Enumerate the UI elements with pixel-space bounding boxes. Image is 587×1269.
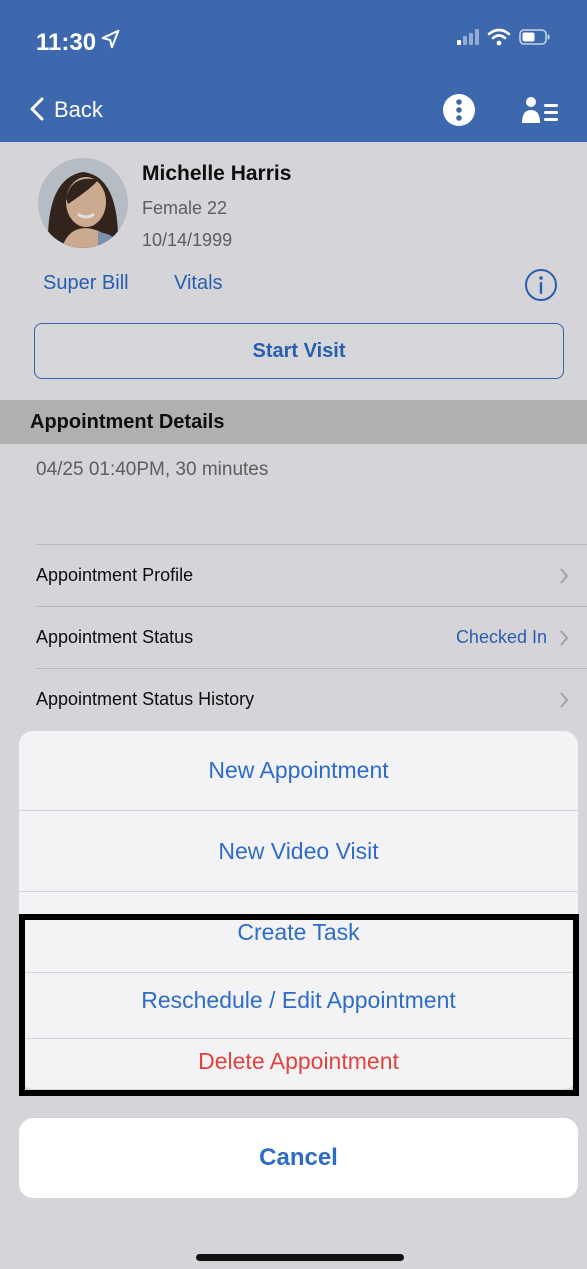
home-indicator — [196, 1254, 404, 1261]
back-chevron-icon[interactable] — [30, 97, 44, 121]
phone-screen: 11:30 Back Michelle Harris Female 22 10/… — [0, 0, 587, 1269]
status-time: 11:30 — [36, 29, 97, 56]
status-bar: 11:30 — [0, 0, 587, 76]
highlight-box — [19, 914, 579, 1096]
new-appointment-button[interactable]: New Appointment — [19, 731, 578, 811]
cancel-button[interactable]: Cancel — [19, 1118, 578, 1198]
nav-bar: Back — [0, 76, 587, 142]
status-icons — [457, 28, 551, 46]
dim-overlay[interactable] — [0, 142, 587, 1269]
signal-icon — [457, 29, 479, 45]
battery-icon — [519, 29, 550, 45]
patient-list-icon[interactable] — [520, 95, 560, 125]
more-icon[interactable] — [443, 94, 475, 126]
new-video-visit-button[interactable]: New Video Visit — [19, 811, 578, 892]
wifi-icon — [487, 28, 511, 46]
location-arrow-icon — [101, 29, 120, 49]
back-button[interactable]: Back — [54, 97, 103, 123]
